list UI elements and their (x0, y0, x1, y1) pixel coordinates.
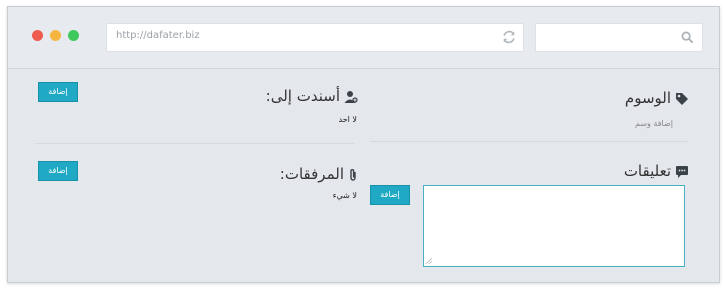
assigned-title: أسندت إلى: (265, 87, 340, 105)
address-bar[interactable]: http://dafater.biz (106, 23, 524, 52)
search-icon (681, 31, 694, 44)
attachments-heading: المرفقات: (280, 165, 358, 183)
attachments-value: لا شيء (332, 191, 357, 200)
close-window-button[interactable] (32, 30, 43, 41)
tags-heading: الوسوم (625, 89, 689, 107)
url-text: http://dafater.biz (116, 30, 200, 41)
divider (35, 143, 354, 144)
tag-icon (676, 92, 688, 105)
browser-window: http://dafater.biz الوسوم إضافة وسم تعلي… (7, 6, 720, 283)
reload-icon[interactable] (502, 30, 516, 44)
assigned-value: لا احد (338, 115, 357, 124)
divider (370, 141, 688, 142)
resize-handle-icon[interactable] (426, 258, 432, 264)
comment-icon (676, 165, 688, 178)
comments-heading: تعليقات (624, 162, 689, 180)
maximize-window-button[interactable] (68, 30, 79, 41)
comment-textarea[interactable] (423, 185, 685, 267)
paperclip-icon (350, 168, 356, 181)
tags-title: الوسوم (624, 89, 671, 107)
search-input[interactable] (535, 23, 703, 52)
add-tag-link[interactable]: إضافة وسم (635, 119, 673, 128)
browser-titlebar: http://dafater.biz (8, 7, 719, 69)
attachment-add-button[interactable]: إضافة (38, 161, 78, 181)
minimize-window-button[interactable] (50, 30, 61, 41)
assigned-heading: أسندت إلى: (266, 87, 358, 105)
assign-add-button[interactable]: إضافة (38, 82, 78, 102)
task-details-panel: الوسوم إضافة وسم تعليقات إضافة إضافة أسن… (8, 69, 719, 282)
attachments-title: المرفقات: (279, 165, 344, 183)
add-comment-button[interactable]: إضافة (370, 185, 410, 205)
comments-title: تعليقات (623, 162, 671, 180)
user-add-icon (344, 90, 358, 103)
